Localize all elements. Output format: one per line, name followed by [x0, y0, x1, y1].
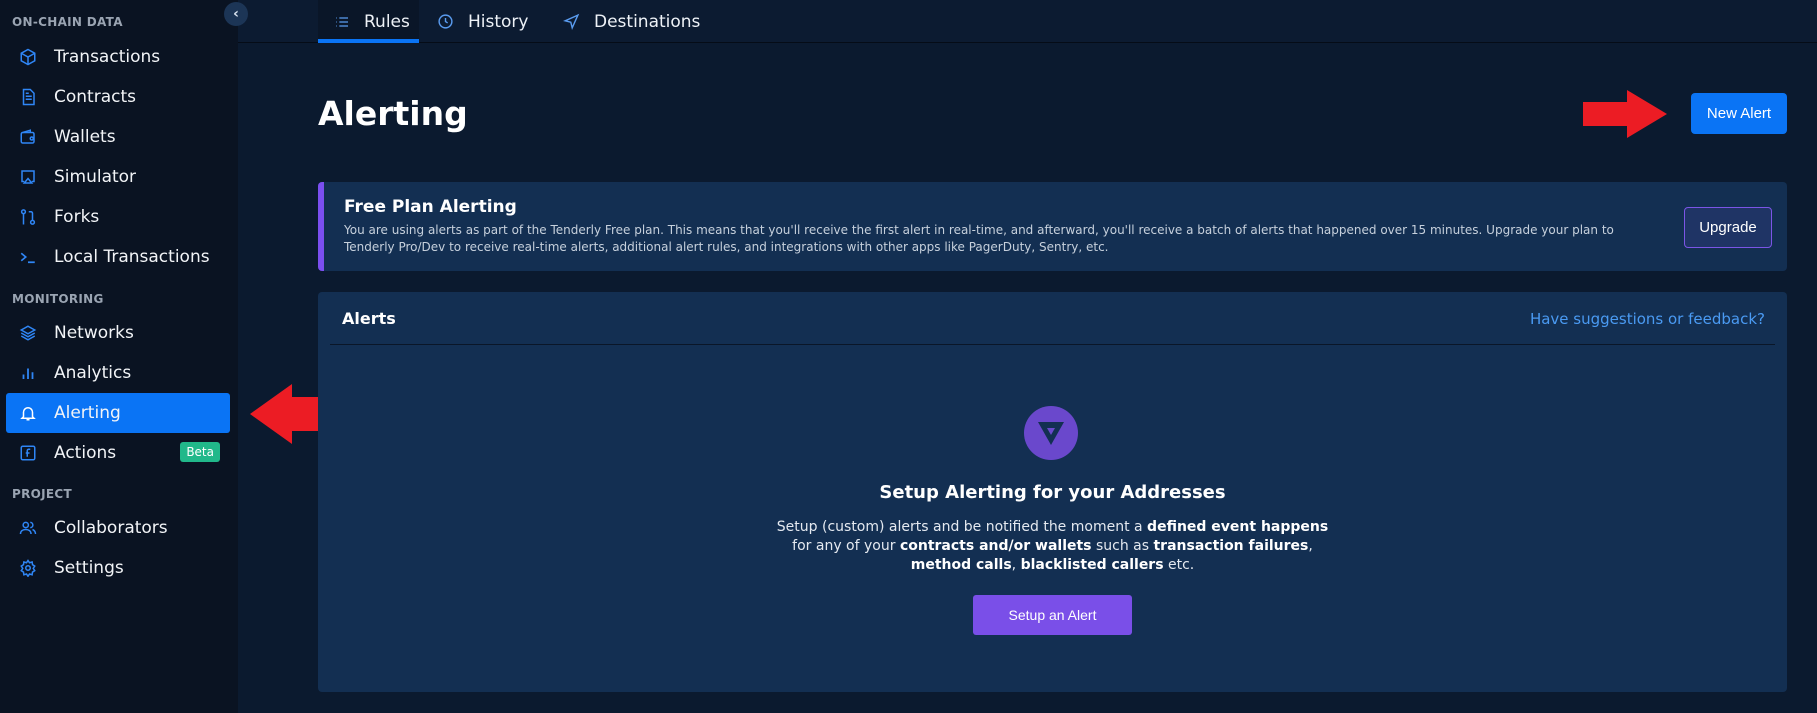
desc-text: etc. [1163, 557, 1195, 573]
empty-desc-line-3: method calls, blacklisted callers etc. [318, 556, 1787, 575]
tab-label: History [468, 11, 529, 32]
desc-text: for any of your [792, 538, 900, 554]
banner-title: Free Plan Alerting [344, 197, 517, 217]
sidebar-item-simulator[interactable]: Simulator [6, 157, 230, 197]
sidebar-item-label: Transactions [54, 47, 161, 67]
banner-text: You are using alerts as part of the Tend… [344, 223, 1614, 254]
sidebar-item-label: Alerting [54, 403, 121, 423]
new-alert-button[interactable]: New Alert [1691, 93, 1787, 134]
sidebar: ON-CHAIN DATA Transactions Contracts Wal… [0, 0, 238, 713]
monitor-icon [18, 167, 38, 187]
sidebar-item-networks[interactable]: Networks [6, 313, 230, 353]
alerts-panel: Alerts Have suggestions or feedback? Set… [318, 292, 1787, 692]
empty-state-description: Setup (custom) alerts and be notified th… [318, 518, 1787, 575]
gear-icon [18, 558, 38, 578]
upgrade-button[interactable]: Upgrade [1684, 207, 1772, 248]
section-label-on-chain-data: ON-CHAIN DATA [12, 15, 123, 29]
bell-icon [18, 403, 38, 423]
sidebar-item-label: Collaborators [54, 518, 168, 538]
desc-text: , [1308, 538, 1313, 554]
free-plan-banner: Free Plan Alerting You are using alerts … [318, 182, 1787, 271]
git-fork-icon [18, 207, 38, 227]
desc-bold: defined event happens [1147, 519, 1329, 535]
sidebar-item-label: Settings [54, 558, 124, 578]
sidebar-item-alerting[interactable]: Alerting [6, 393, 230, 433]
arrow-right-annotation-icon [1583, 90, 1667, 138]
sidebar-item-label: Actions [54, 443, 117, 463]
desc-bold: transaction failures [1153, 538, 1309, 554]
desc-bold: contracts and/or wallets [899, 538, 1092, 554]
send-icon [562, 13, 580, 31]
tab-history[interactable]: History [420, 0, 544, 43]
chevron-left-icon: ‹ [233, 6, 239, 22]
desc-text: such as [1091, 538, 1154, 554]
empty-state-title: Setup Alerting for your Addresses [879, 482, 1226, 503]
desc-bold: method calls [910, 557, 1012, 573]
terminal-icon [18, 247, 38, 267]
desc-text: Setup (custom) alerts and be notified th… [776, 519, 1148, 535]
sidebar-item-collaborators[interactable]: Collaborators [6, 508, 230, 548]
sidebar-item-label: Networks [54, 323, 134, 343]
sidebar-item-local-transactions[interactable]: Local Transactions [6, 237, 230, 277]
layers-icon [18, 323, 38, 343]
feedback-link[interactable]: Have suggestions or feedback? [1530, 310, 1765, 328]
panel-title: Alerts [342, 309, 396, 328]
sidebar-item-actions[interactable]: Actions Beta [6, 433, 230, 473]
wallet-icon [18, 127, 38, 147]
sidebar-item-analytics[interactable]: Analytics [6, 353, 230, 393]
clock-icon [436, 13, 454, 31]
list-icon [334, 13, 350, 31]
sidebar-item-label: Wallets [54, 127, 116, 147]
tab-bar: Rules History Destinations [238, 0, 1817, 43]
desc-text: , [1011, 557, 1021, 573]
page-title: Alerting [318, 94, 468, 133]
sidebar-item-transactions[interactable]: Transactions [6, 37, 230, 77]
sidebar-item-label: Local Transactions [54, 247, 210, 267]
sidebar-item-label: Simulator [54, 167, 137, 187]
users-icon [18, 518, 38, 538]
section-label-monitoring: MONITORING [12, 292, 104, 306]
sidebar-item-label: Analytics [54, 363, 132, 383]
setup-alert-button[interactable]: Setup an Alert [973, 595, 1132, 635]
sidebar-item-contracts[interactable]: Contracts [6, 77, 230, 117]
bar-chart-icon [18, 363, 38, 383]
sidebar-item-forks[interactable]: Forks [6, 197, 230, 237]
tab-label: Rules [364, 11, 410, 32]
tab-label: Destinations [594, 11, 701, 32]
sidebar-item-label: Contracts [54, 87, 136, 107]
tenderly-logo-icon [1024, 406, 1078, 460]
sidebar-item-wallets[interactable]: Wallets [6, 117, 230, 157]
tab-rules[interactable]: Rules [318, 0, 419, 43]
sidebar-item-label: Forks [54, 207, 100, 227]
tab-destinations[interactable]: Destinations [546, 0, 716, 43]
collapse-sidebar-button[interactable]: ‹ [224, 2, 248, 26]
divider [330, 344, 1775, 345]
sidebar-item-settings[interactable]: Settings [6, 548, 230, 588]
cube-icon [18, 47, 38, 67]
beta-badge: Beta [180, 442, 220, 462]
section-label-project: PROJECT [12, 487, 72, 501]
desc-bold: blacklisted callers [1020, 557, 1164, 573]
function-icon [18, 443, 38, 463]
document-icon [18, 87, 38, 107]
empty-desc-line-1: Setup (custom) alerts and be notified th… [318, 518, 1787, 537]
empty-desc-line-2: for any of your contracts and/or wallets… [318, 537, 1787, 556]
